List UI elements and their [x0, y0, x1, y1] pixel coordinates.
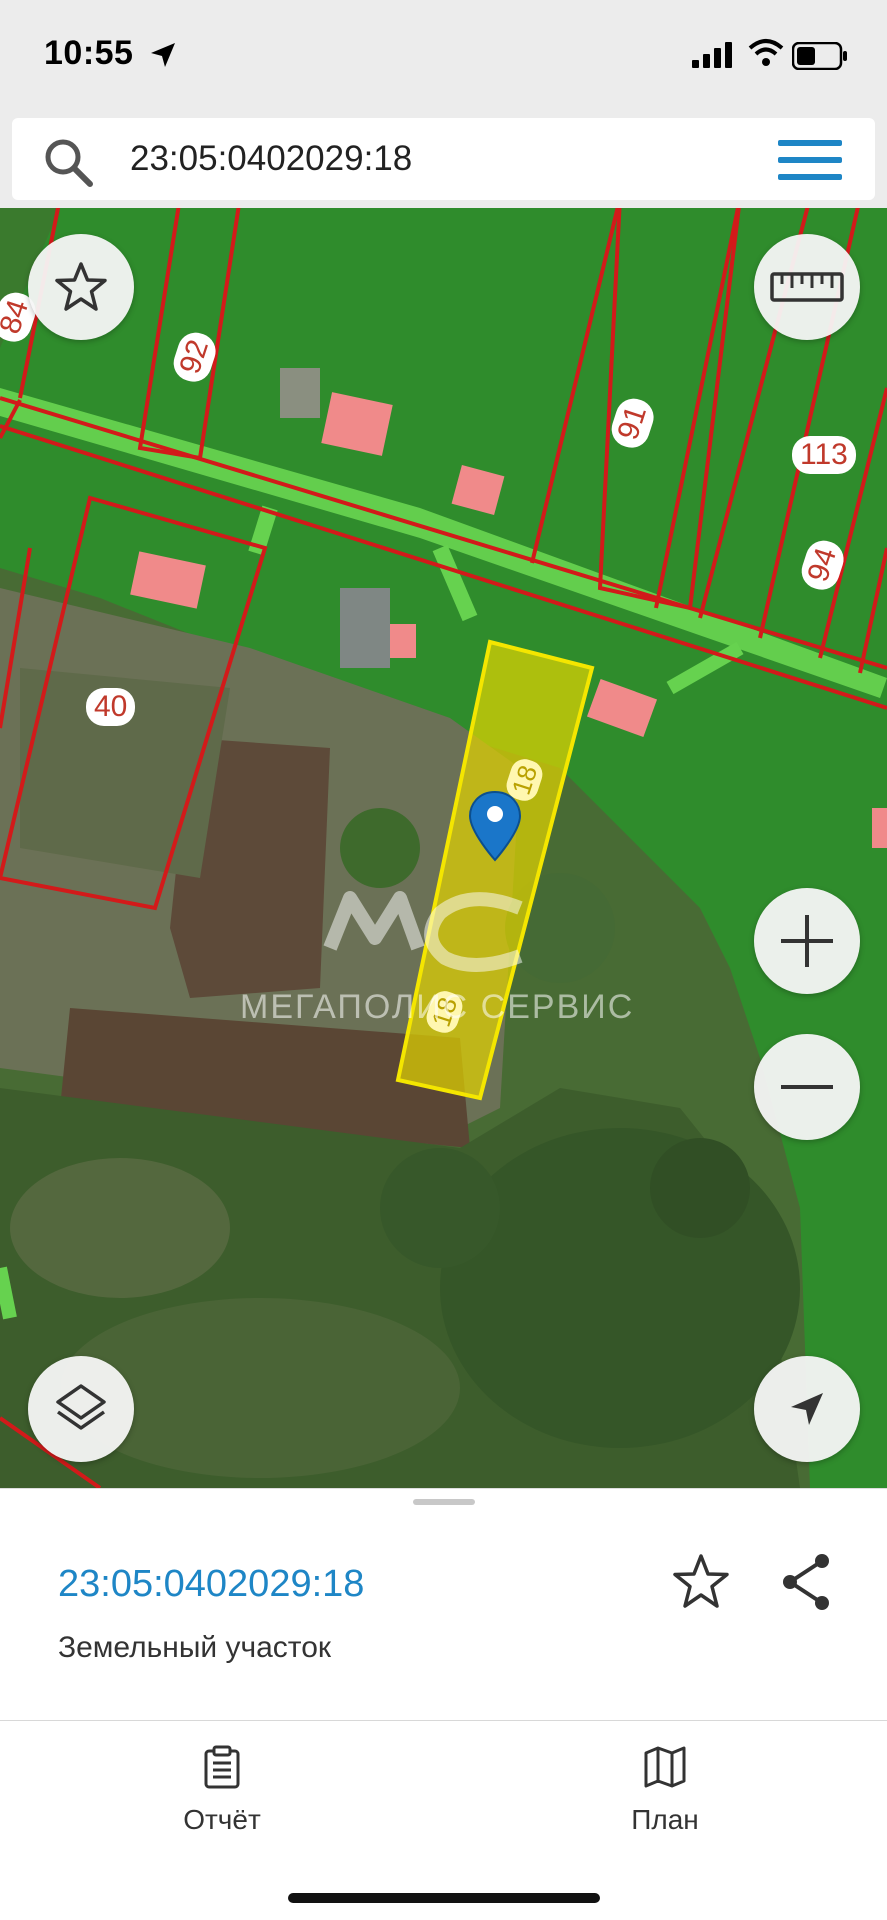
parcel-info-sheet[interactable]: 23:05:0402029:18 Земельный участок	[0, 1488, 887, 1720]
cellular-signal-icon	[692, 42, 732, 68]
favorite-map-button[interactable]	[28, 234, 134, 340]
status-time: 10:55	[44, 34, 134, 72]
battery-icon	[792, 42, 847, 70]
search-header	[0, 110, 887, 208]
ruler-button[interactable]	[754, 234, 860, 340]
bottom-tab-bar: Отчёт План	[0, 1720, 887, 1920]
parcel-type: Земельный участок	[58, 1631, 332, 1664]
hamburger-menu-icon[interactable]	[778, 140, 842, 180]
search-bar[interactable]	[12, 118, 875, 200]
home-indicator[interactable]	[288, 1893, 600, 1903]
parcel-cadastral-number[interactable]: 23:05:0402029:18	[58, 1563, 364, 1606]
wifi-icon	[748, 39, 784, 66]
star-outline-icon[interactable]	[670, 1551, 732, 1613]
ruler-icon	[770, 272, 844, 302]
status-bar: 10:55	[0, 0, 887, 110]
location-arrow-icon	[151, 43, 175, 67]
parcel-label-113[interactable]: 113	[792, 436, 856, 474]
zoom-in-button[interactable]	[754, 888, 860, 994]
app-screen: 10:55 23:05:0402029:18 92 91 113 94 40 8…	[0, 0, 887, 1920]
zoom-out-button[interactable]	[754, 1034, 860, 1140]
sheet-drag-handle[interactable]	[413, 1499, 475, 1505]
watermark-text: МЕГАПОЛИС СЕРВИС	[240, 988, 635, 1026]
navigation-arrow-icon	[791, 1393, 823, 1425]
satellite-map	[0, 208, 887, 1488]
tab-report[interactable]: Отчёт	[122, 1745, 322, 1836]
layers-icon	[56, 1384, 106, 1430]
parcel-label-40[interactable]: 40	[86, 688, 136, 726]
layers-button[interactable]	[28, 1356, 134, 1462]
minus-icon	[781, 1085, 833, 1089]
search-input[interactable]	[130, 136, 730, 182]
clipboard-icon	[204, 1745, 240, 1789]
locate-button[interactable]	[754, 1356, 860, 1462]
star-icon	[55, 262, 107, 311]
tab-plan-label: План	[631, 1804, 699, 1835]
tab-plan[interactable]: План	[565, 1745, 765, 1836]
tab-report-label: Отчёт	[183, 1804, 261, 1835]
plus-icon	[781, 915, 833, 967]
search-icon[interactable]	[42, 136, 94, 188]
map-icon	[644, 1746, 686, 1788]
share-icon[interactable]	[778, 1551, 834, 1613]
map-view[interactable]: 92 91 113 94 40 84 18 18 МЕГАПОЛИС СЕРВИ…	[0, 208, 887, 1488]
